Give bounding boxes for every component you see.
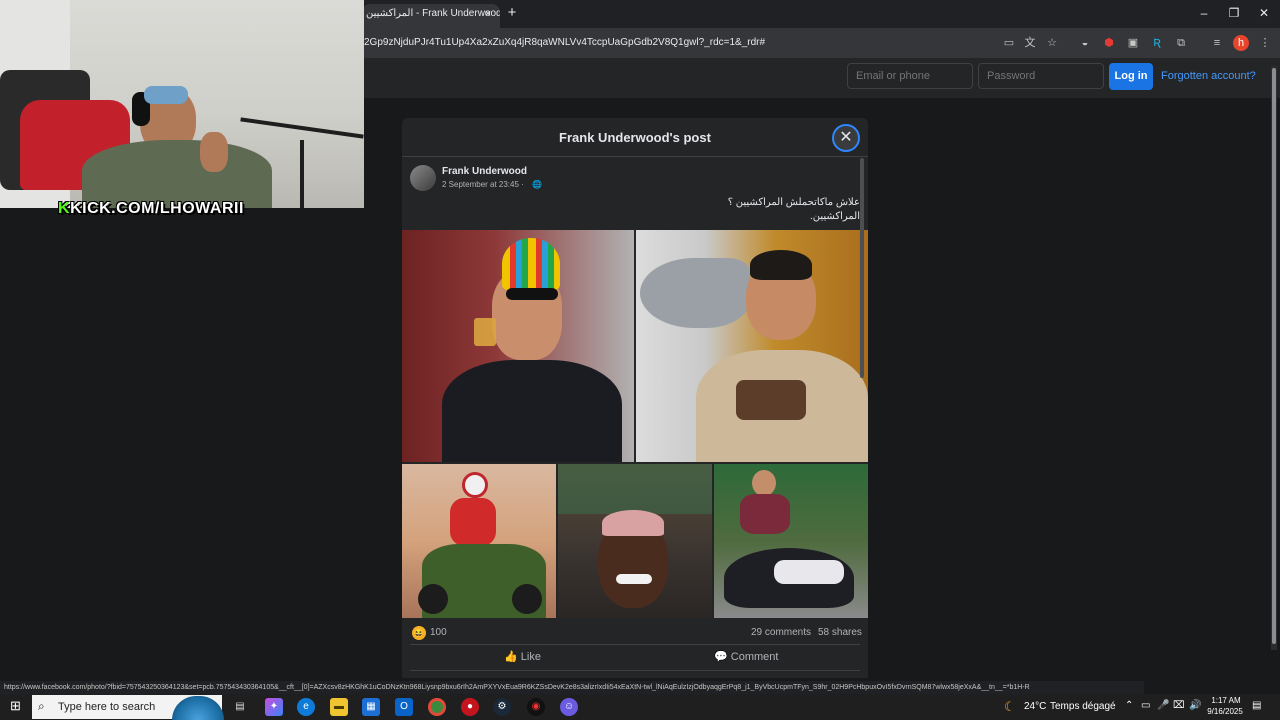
steam-icon[interactable]: ⚙ xyxy=(493,698,511,716)
tab-title: المراكشيين - Frank Underwood xyxy=(366,8,500,19)
like-icon: 👍 xyxy=(504,651,518,663)
post-photo-5[interactable] xyxy=(714,464,868,618)
screen-icon[interactable]: ▭ xyxy=(1141,700,1150,711)
page-scrollbar[interactable] xyxy=(1272,68,1276,644)
comment-label: Comment xyxy=(730,651,779,663)
close-icon[interactable]: ✕ xyxy=(832,124,860,152)
media-app-icon[interactable]: ● xyxy=(461,698,479,716)
search-icon: ⌕ xyxy=(38,699,45,713)
temperature[interactable]: 24°C xyxy=(1024,701,1046,712)
network-icon[interactable]: ⌧ xyxy=(1173,700,1185,711)
haha-reaction-icon[interactable]: 😆 xyxy=(412,626,426,640)
tab-close-icon[interactable]: × xyxy=(481,7,495,21)
modal-title: Frank Underwood's post xyxy=(559,130,711,145)
restore-icon[interactable]: ❐ xyxy=(1224,5,1244,21)
task-view-icon[interactable]: ▤ xyxy=(231,698,249,716)
comments-count[interactable]: 29 comments xyxy=(751,627,811,638)
weather-moon-icon[interactable]: ☾ xyxy=(1004,699,1016,715)
webcam-overlay xyxy=(0,0,364,208)
like-label: Like xyxy=(520,651,541,663)
divider xyxy=(410,670,860,671)
modal-scrollbar[interactable] xyxy=(860,158,864,378)
outlook-icon[interactable]: O xyxy=(395,698,413,716)
post-photo-4[interactable] xyxy=(558,464,712,618)
extension-icon[interactable]: ▣ xyxy=(1125,35,1141,51)
file-explorer-icon[interactable]: ▬ xyxy=(330,698,348,716)
comment-button[interactable]: 💬 Comment xyxy=(714,650,778,663)
store-icon[interactable]: ▦ xyxy=(362,698,380,716)
new-tab-icon[interactable]: + xyxy=(504,5,520,21)
cast-icon[interactable]: ▭ xyxy=(1001,35,1017,51)
chrome-icon[interactable] xyxy=(428,698,446,716)
post-modal: Frank Underwood's post ✕ Frank Underwood… xyxy=(402,118,868,678)
status-bar-url: https://www.facebook.com/photo/?fbid=757… xyxy=(0,681,1144,694)
notifications-icon[interactable]: ▤ xyxy=(1252,700,1261,711)
author-name[interactable]: Frank Underwood xyxy=(442,166,527,177)
post-photo-3[interactable] xyxy=(402,464,556,618)
browser-tab[interactable]: المراكشيين - Frank Underwood xyxy=(362,4,500,28)
minimize-icon[interactable]: – xyxy=(1194,5,1214,21)
shares-count[interactable]: 58 shares xyxy=(818,627,862,638)
post-date[interactable]: 2 September at 23:45 · xyxy=(442,180,524,189)
incognito-icon[interactable]: ◒ xyxy=(1077,35,1093,51)
globe-icon: 🌐 xyxy=(532,180,542,189)
windows-start-icon[interactable]: ⊞ xyxy=(10,699,24,713)
url-text[interactable]: 2Gp9zNjduPJr4Tu1Up4Xa2xZuXq4jR8qaWNLVv4T… xyxy=(364,37,984,51)
clock-time[interactable]: 1:17 AM xyxy=(1208,696,1244,705)
kick-k-letter: K xyxy=(58,200,71,217)
post-text-line-2: المراكشيين. xyxy=(809,211,860,222)
forgot-account-link[interactable]: Forgotten account? xyxy=(1161,70,1256,82)
translator-extension-icon[interactable]: Ʀ xyxy=(1149,35,1165,51)
post-text-line-1: علاش ماكاتحملش المراكشيين ؟ xyxy=(727,197,860,208)
kick-channel-label: KKICK.COM/LHOWARII xyxy=(58,200,244,218)
edge-icon[interactable]: e xyxy=(297,698,315,716)
microphone-icon[interactable]: 🎤 xyxy=(1157,700,1169,711)
post-photo-1[interactable] xyxy=(402,230,634,462)
copilot-icon[interactable]: ✦ xyxy=(265,698,283,716)
like-button[interactable]: 👍 Like xyxy=(504,650,541,663)
profile-avatar-icon[interactable]: h xyxy=(1233,35,1249,51)
media-queue-icon[interactable]: ≡ xyxy=(1209,35,1225,51)
tray-overflow-icon[interactable]: ⌃ xyxy=(1125,700,1133,711)
adblock-icon[interactable]: ⬢ xyxy=(1101,35,1117,51)
divider xyxy=(410,644,860,645)
weather-description[interactable]: Temps dégagé xyxy=(1050,701,1116,712)
login-button[interactable]: Log in xyxy=(1109,63,1153,90)
reactions-count[interactable]: 100 xyxy=(430,627,447,638)
extensions-puzzle-icon[interactable]: ⧉ xyxy=(1173,35,1189,51)
bookmark-star-icon[interactable]: ☆ xyxy=(1044,35,1060,51)
volume-icon[interactable]: 🔊 xyxy=(1189,700,1201,711)
password-field[interactable] xyxy=(978,63,1104,89)
kick-url-text: KICK.COM/LHOWARII xyxy=(70,200,244,217)
window-close-icon[interactable]: ✕ xyxy=(1254,5,1274,21)
recording-app-icon[interactable]: ◉ xyxy=(527,698,545,716)
menu-kebab-icon[interactable]: ⋮ xyxy=(1257,35,1273,51)
post-photo-2[interactable] xyxy=(636,230,868,462)
discord-icon[interactable]: ☺ xyxy=(560,698,578,716)
clock-date[interactable]: 9/16/2025 xyxy=(1204,707,1246,716)
email-field[interactable] xyxy=(847,63,973,89)
translate-icon[interactable]: 文 xyxy=(1022,35,1038,51)
author-avatar[interactable] xyxy=(410,165,436,191)
comment-icon: 💬 xyxy=(714,651,728,663)
divider xyxy=(402,156,868,157)
